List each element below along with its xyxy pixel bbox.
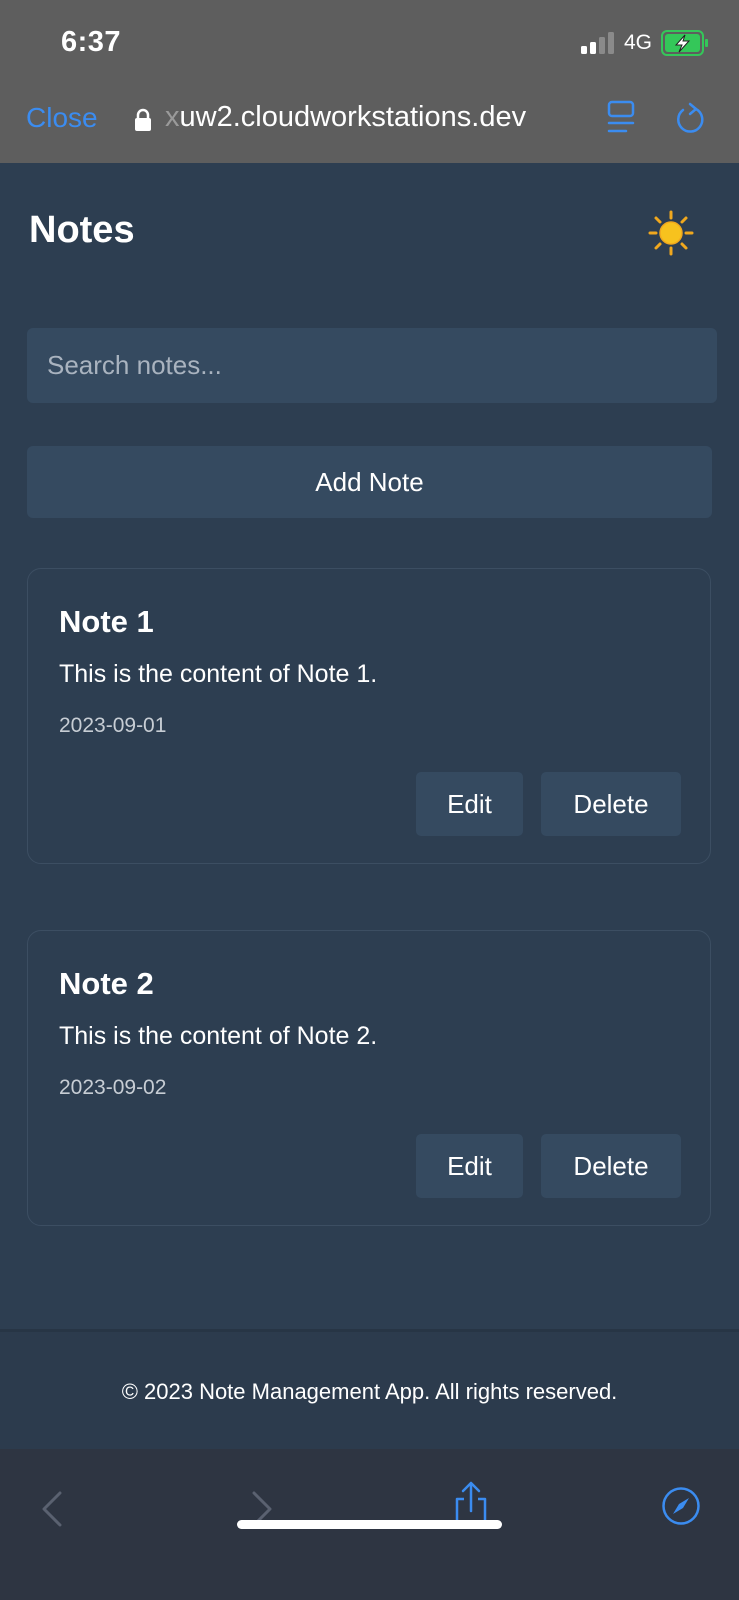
delete-button[interactable]: Delete	[541, 772, 681, 836]
network-label: 4G	[624, 31, 653, 54]
battery-icon	[661, 30, 708, 56]
note-title: Note 1	[59, 604, 154, 639]
delete-button[interactable]: Delete	[541, 1134, 681, 1198]
lock-icon	[135, 108, 151, 131]
note-card: Note 1 This is the content of Note 1. 20…	[27, 568, 711, 864]
footer-text: © 2023 Note Management App. All rights r…	[121, 1379, 618, 1404]
note-date: 2023-09-02	[59, 1076, 167, 1099]
note-card: Note 2 This is the content of Note 2. 20…	[27, 930, 711, 1226]
reader-icon[interactable]	[606, 100, 636, 136]
note-title: Note 2	[59, 966, 154, 1001]
status-time: 6:37	[61, 26, 122, 58]
sun-icon[interactable]	[648, 210, 694, 256]
page-title: Notes	[29, 209, 135, 251]
url-bar[interactable]: xuw2.cloudworkstations.dev	[165, 101, 526, 134]
search-input[interactable]	[27, 328, 717, 403]
home-indicator	[237, 1520, 502, 1529]
close-button[interactable]: Close	[26, 102, 98, 134]
note-content: This is the content of Note 1.	[59, 660, 378, 688]
compass-icon[interactable]	[661, 1486, 701, 1526]
reload-icon[interactable]	[674, 102, 706, 136]
url-text: uw2.cloudworkstations.dev	[179, 101, 527, 133]
browser-header: 6:37 4G Close xuw2.cloudworkstations.dev	[0, 0, 739, 163]
note-date: 2023-09-01	[59, 714, 167, 737]
url-faded-prefix: x	[165, 101, 180, 133]
footer: © 2023 Note Management App. All rights r…	[0, 1329, 739, 1452]
add-note-button[interactable]: Add Note	[27, 446, 712, 518]
edit-button[interactable]: Edit	[416, 1134, 523, 1198]
note-content: This is the content of Note 2.	[59, 1022, 378, 1050]
back-icon[interactable]	[38, 1489, 64, 1529]
edit-button[interactable]: Edit	[416, 772, 523, 836]
signal-icon	[581, 32, 614, 54]
